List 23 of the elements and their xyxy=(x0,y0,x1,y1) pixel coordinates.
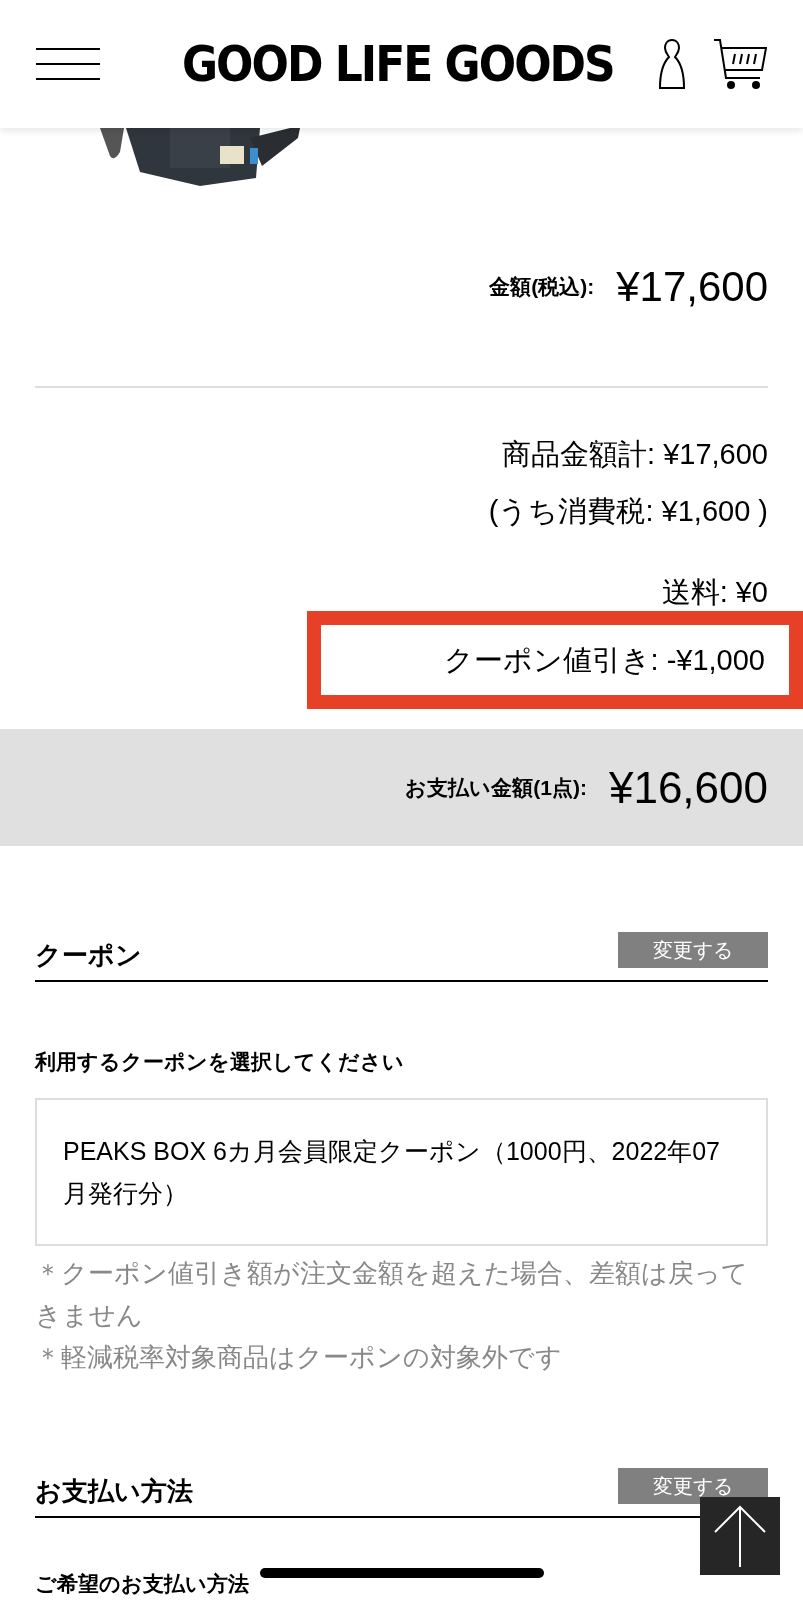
payment-prompt: ご希望のお支払い方法 xyxy=(35,1570,249,1597)
logo[interactable]: GOOD LIFE GOODS xyxy=(182,38,614,90)
section-title: お支払い方法 xyxy=(35,1477,193,1504)
up-arrow-icon xyxy=(714,1505,766,1567)
coupon-note: ＊軽減税率対象商品はクーポンの対象外です xyxy=(35,1340,563,1374)
coupon-prompt: 利用するクーポンを選択してください xyxy=(35,1049,405,1075)
section-title: クーポン xyxy=(35,942,142,968)
change-button[interactable]: 変更する xyxy=(618,932,768,968)
cart-icon[interactable] xyxy=(713,38,767,90)
coupon-select-box[interactable]: PEAKS BOX 6カ月会員限定クーポン（1000円、2022年07月発行分） xyxy=(35,1097,768,1246)
tax-text: (うち消費税: ¥1,600 ) xyxy=(488,497,768,526)
price-label: 金額(税込): xyxy=(489,274,595,301)
price-value: ¥17,600 xyxy=(616,266,768,308)
coupon-discount-text: クーポン値引き: -¥1,000 xyxy=(443,645,765,675)
shipping-text: 送料: ¥0 xyxy=(661,578,768,607)
change-button[interactable]: 変更する xyxy=(618,1467,768,1504)
total-value: ¥16,600 xyxy=(608,765,768,810)
total-label: お支払い金額(1点): xyxy=(405,774,587,801)
scroll-top-button[interactable] xyxy=(700,1497,780,1575)
menu-icon[interactable] xyxy=(36,48,100,80)
coupon-note: ＊クーポン値引き額が注文金額を超えた場合、差額は戻ってきません xyxy=(35,1256,749,1332)
person-icon[interactable] xyxy=(657,38,687,90)
subtotal-text: 商品金額計: ¥17,600 xyxy=(502,440,768,469)
